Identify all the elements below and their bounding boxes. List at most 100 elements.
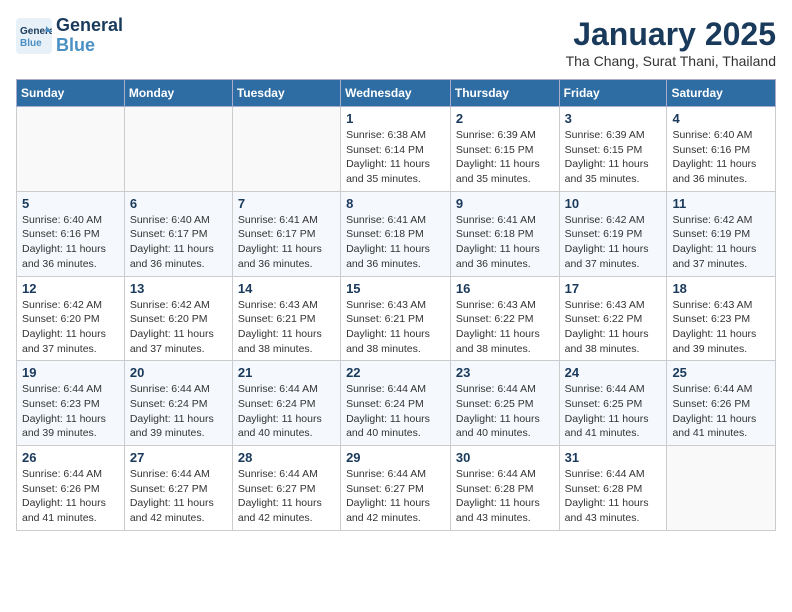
calendar-cell: 18 Sunrise: 6:43 AM Sunset: 6:23 PM Dayli…	[667, 276, 776, 361]
day-info: Sunrise: 6:44 AM Sunset: 6:24 PM Dayligh…	[238, 382, 335, 441]
day-info: Sunrise: 6:43 AM Sunset: 6:21 PM Dayligh…	[238, 298, 335, 357]
weekday-header-sunday: Sunday	[17, 80, 125, 107]
logo-text: General Blue	[56, 16, 123, 56]
weekday-header-tuesday: Tuesday	[232, 80, 340, 107]
calendar-cell: 12 Sunrise: 6:42 AM Sunset: 6:20 PM Dayli…	[17, 276, 125, 361]
calendar-cell: 22 Sunrise: 6:44 AM Sunset: 6:24 PM Dayli…	[341, 361, 451, 446]
day-info: Sunrise: 6:43 AM Sunset: 6:23 PM Dayligh…	[672, 298, 770, 357]
day-info: Sunrise: 6:43 AM Sunset: 6:21 PM Dayligh…	[346, 298, 445, 357]
calendar-body: 1 Sunrise: 6:38 AM Sunset: 6:14 PM Daylig…	[17, 107, 776, 531]
location-subtitle: Tha Chang, Surat Thani, Thailand	[566, 53, 776, 69]
page-header: General Blue General Blue January 2025 T…	[16, 16, 776, 69]
calendar-week-3: 12 Sunrise: 6:42 AM Sunset: 6:20 PM Dayli…	[17, 276, 776, 361]
day-info: Sunrise: 6:43 AM Sunset: 6:22 PM Dayligh…	[456, 298, 554, 357]
calendar-cell	[232, 107, 340, 192]
day-info: Sunrise: 6:44 AM Sunset: 6:24 PM Dayligh…	[346, 382, 445, 441]
calendar-week-4: 19 Sunrise: 6:44 AM Sunset: 6:23 PM Dayli…	[17, 361, 776, 446]
calendar-cell: 27 Sunrise: 6:44 AM Sunset: 6:27 PM Dayli…	[124, 446, 232, 531]
day-info: Sunrise: 6:38 AM Sunset: 6:14 PM Dayligh…	[346, 128, 445, 187]
day-number: 10	[565, 196, 662, 211]
calendar-cell: 19 Sunrise: 6:44 AM Sunset: 6:23 PM Dayli…	[17, 361, 125, 446]
day-info: Sunrise: 6:44 AM Sunset: 6:27 PM Dayligh…	[238, 467, 335, 526]
calendar-cell: 4 Sunrise: 6:40 AM Sunset: 6:16 PM Daylig…	[667, 107, 776, 192]
day-number: 14	[238, 281, 335, 296]
day-info: Sunrise: 6:42 AM Sunset: 6:19 PM Dayligh…	[672, 213, 770, 272]
calendar-cell: 5 Sunrise: 6:40 AM Sunset: 6:16 PM Daylig…	[17, 191, 125, 276]
day-number: 4	[672, 111, 770, 126]
logo-icon: General Blue	[16, 18, 52, 54]
day-number: 31	[565, 450, 662, 465]
day-number: 27	[130, 450, 227, 465]
day-number: 8	[346, 196, 445, 211]
calendar-cell: 6 Sunrise: 6:40 AM Sunset: 6:17 PM Daylig…	[124, 191, 232, 276]
day-info: Sunrise: 6:44 AM Sunset: 6:27 PM Dayligh…	[130, 467, 227, 526]
calendar-cell	[667, 446, 776, 531]
calendar-cell: 11Sunrise: 6:42 AM Sunset: 6:19 PM Dayli…	[667, 191, 776, 276]
day-info: Sunrise: 6:39 AM Sunset: 6:15 PM Dayligh…	[565, 128, 662, 187]
day-info: Sunrise: 6:41 AM Sunset: 6:18 PM Dayligh…	[456, 213, 554, 272]
day-number: 7	[238, 196, 335, 211]
weekday-header-thursday: Thursday	[450, 80, 559, 107]
calendar-week-5: 26Sunrise: 6:44 AM Sunset: 6:26 PM Dayli…	[17, 446, 776, 531]
calendar-cell: 1 Sunrise: 6:38 AM Sunset: 6:14 PM Daylig…	[341, 107, 451, 192]
calendar-cell: 3 Sunrise: 6:39 AM Sunset: 6:15 PM Daylig…	[559, 107, 667, 192]
day-number: 25	[672, 365, 770, 380]
day-info: Sunrise: 6:44 AM Sunset: 6:28 PM Dayligh…	[456, 467, 554, 526]
calendar-week-2: 5 Sunrise: 6:40 AM Sunset: 6:16 PM Daylig…	[17, 191, 776, 276]
title-block: January 2025 Tha Chang, Surat Thani, Tha…	[566, 16, 776, 69]
day-number: 1	[346, 111, 445, 126]
calendar-cell: 24Sunrise: 6:44 AM Sunset: 6:25 PM Dayli…	[559, 361, 667, 446]
day-info: Sunrise: 6:44 AM Sunset: 6:26 PM Dayligh…	[672, 382, 770, 441]
calendar-cell: 16 Sunrise: 6:43 AM Sunset: 6:22 PM Dayli…	[450, 276, 559, 361]
day-info: Sunrise: 6:44 AM Sunset: 6:26 PM Dayligh…	[22, 467, 119, 526]
svg-text:Blue: Blue	[20, 38, 42, 49]
day-info: Sunrise: 6:39 AM Sunset: 6:15 PM Dayligh…	[456, 128, 554, 187]
weekday-header-saturday: Saturday	[667, 80, 776, 107]
weekday-header-monday: Monday	[124, 80, 232, 107]
calendar-cell: 10Sunrise: 6:42 AM Sunset: 6:19 PM Dayli…	[559, 191, 667, 276]
day-info: Sunrise: 6:42 AM Sunset: 6:20 PM Dayligh…	[22, 298, 119, 357]
weekday-header-row: SundayMondayTuesdayWednesdayThursdayFrid…	[17, 80, 776, 107]
calendar-cell: 30Sunrise: 6:44 AM Sunset: 6:28 PM Dayli…	[450, 446, 559, 531]
calendar-cell: 26Sunrise: 6:44 AM Sunset: 6:26 PM Dayli…	[17, 446, 125, 531]
day-info: Sunrise: 6:44 AM Sunset: 6:28 PM Dayligh…	[565, 467, 662, 526]
day-info: Sunrise: 6:44 AM Sunset: 6:27 PM Dayligh…	[346, 467, 445, 526]
day-info: Sunrise: 6:44 AM Sunset: 6:23 PM Dayligh…	[22, 382, 119, 441]
day-info: Sunrise: 6:41 AM Sunset: 6:18 PM Dayligh…	[346, 213, 445, 272]
calendar-cell: 14 Sunrise: 6:43 AM Sunset: 6:21 PM Dayli…	[232, 276, 340, 361]
day-number: 3	[565, 111, 662, 126]
day-number: 24	[565, 365, 662, 380]
day-info: Sunrise: 6:40 AM Sunset: 6:16 PM Dayligh…	[672, 128, 770, 187]
day-number: 22	[346, 365, 445, 380]
day-number: 18	[672, 281, 770, 296]
day-info: Sunrise: 6:44 AM Sunset: 6:24 PM Dayligh…	[130, 382, 227, 441]
calendar-cell	[17, 107, 125, 192]
day-number: 19	[22, 365, 119, 380]
day-number: 28	[238, 450, 335, 465]
calendar-cell: 17Sunrise: 6:43 AM Sunset: 6:22 PM Dayli…	[559, 276, 667, 361]
day-number: 5	[22, 196, 119, 211]
day-number: 17	[565, 281, 662, 296]
calendar-cell: 2Sunrise: 6:39 AM Sunset: 6:15 PM Daylig…	[450, 107, 559, 192]
day-number: 13	[130, 281, 227, 296]
calendar-cell: 20 Sunrise: 6:44 AM Sunset: 6:24 PM Dayli…	[124, 361, 232, 446]
day-info: Sunrise: 6:40 AM Sunset: 6:16 PM Dayligh…	[22, 213, 119, 272]
calendar-cell: 13Sunrise: 6:42 AM Sunset: 6:20 PM Dayli…	[124, 276, 232, 361]
day-info: Sunrise: 6:40 AM Sunset: 6:17 PM Dayligh…	[130, 213, 227, 272]
month-title: January 2025	[566, 16, 776, 53]
day-number: 12	[22, 281, 119, 296]
calendar-table: SundayMondayTuesdayWednesdayThursdayFrid…	[16, 79, 776, 531]
day-number: 6	[130, 196, 227, 211]
logo: General Blue General Blue	[16, 16, 123, 56]
calendar-header: SundayMondayTuesdayWednesdayThursdayFrid…	[17, 80, 776, 107]
day-number: 20	[130, 365, 227, 380]
calendar-cell: 31 Sunrise: 6:44 AM Sunset: 6:28 PM Dayli…	[559, 446, 667, 531]
day-info: Sunrise: 6:44 AM Sunset: 6:25 PM Dayligh…	[456, 382, 554, 441]
calendar-week-1: 1 Sunrise: 6:38 AM Sunset: 6:14 PM Daylig…	[17, 107, 776, 192]
calendar-cell	[124, 107, 232, 192]
day-number: 23	[456, 365, 554, 380]
calendar-cell: 9Sunrise: 6:41 AM Sunset: 6:18 PM Daylig…	[450, 191, 559, 276]
day-number: 29	[346, 450, 445, 465]
day-number: 16	[456, 281, 554, 296]
day-info: Sunrise: 6:41 AM Sunset: 6:17 PM Dayligh…	[238, 213, 335, 272]
